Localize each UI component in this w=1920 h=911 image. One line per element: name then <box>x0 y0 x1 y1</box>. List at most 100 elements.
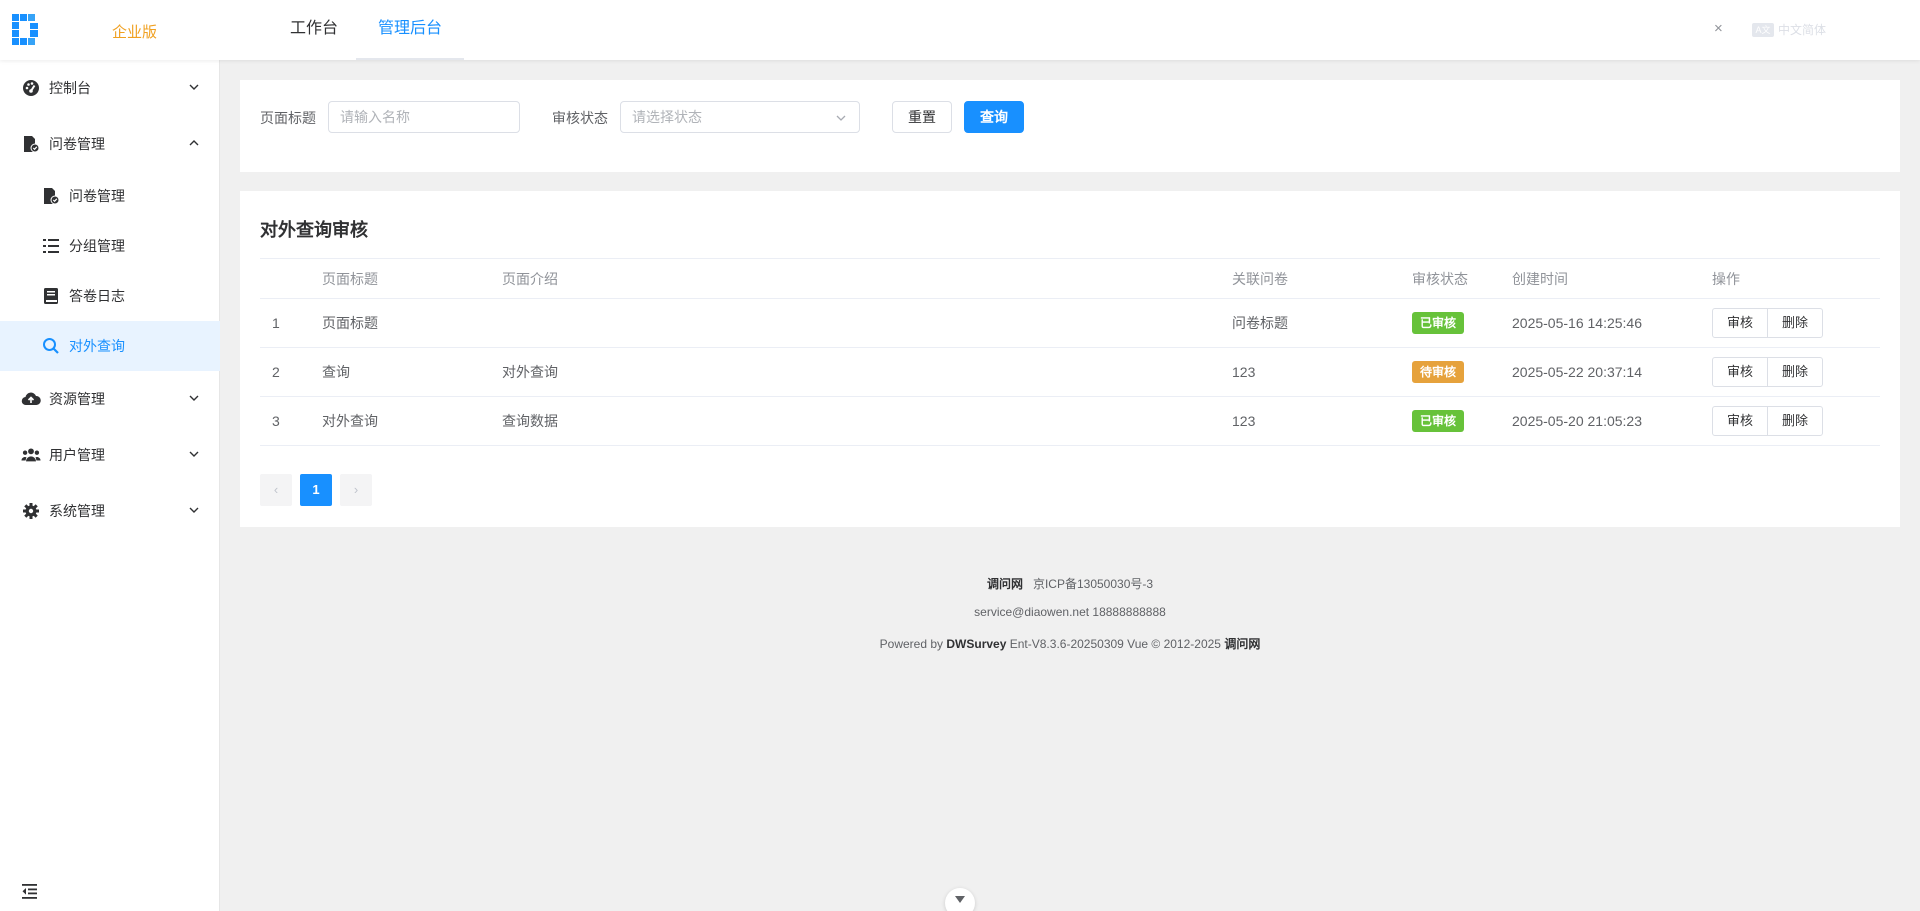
table-row: 3 对外查询 查询数据 123 已审核 2025-05-20 21:05:23 … <box>260 397 1880 446</box>
footer-icp-number[interactable]: 京ICP备13050030号-3 <box>1033 577 1153 591</box>
column-header-survey: 关联问卷 <box>1232 270 1288 287</box>
sidebar-item-resources[interactable]: 资源管理 <box>0 374 220 424</box>
sidebar-item-label: 问卷管理 <box>69 188 125 204</box>
chevron-down-icon <box>189 507 199 513</box>
sidebar-item-survey[interactable]: 问卷管理 <box>0 119 220 169</box>
status-filter-label: 审核状态 <box>552 110 608 126</box>
sidebar-item-label: 用户管理 <box>49 447 105 463</box>
review-button[interactable]: 审核 <box>1712 357 1769 387</box>
next-page-button[interactable]: › <box>340 474 372 506</box>
status-badge: 已审核 <box>1412 410 1465 432</box>
search-icon <box>41 336 61 356</box>
dashboard-icon <box>21 78 41 98</box>
delete-button[interactable]: 删除 <box>1767 406 1824 436</box>
delete-button[interactable]: 删除 <box>1767 357 1824 387</box>
column-header-status: 审核状态 <box>1412 270 1468 287</box>
footer-site-name: 调问网 <box>986 577 1023 591</box>
footer-contact: service@diaowen.net 18888888888 <box>974 605 1166 619</box>
query-button[interactable]: 查询 <box>964 101 1024 133</box>
close-icon[interactable]: × <box>1714 20 1723 37</box>
gear-icon <box>21 501 41 521</box>
row-index: 3 <box>272 413 280 429</box>
nav-workbench[interactable]: 工作台 <box>268 0 360 60</box>
sidebar-item-users[interactable]: 用户管理 <box>0 430 220 480</box>
table-row: 1 页面标题 问卷标题 已审核 2025-05-16 14:25:46 审核 删… <box>260 299 1880 348</box>
language-switcher[interactable]: A文 中文简体 <box>1752 21 1826 38</box>
triangle-down-icon <box>955 896 965 903</box>
pagination: ‹ 1 › <box>260 474 372 506</box>
footer-version: Ent-V8.3.6-20250309 Vue © 2012-2025 <box>1009 637 1221 651</box>
sidebar-item-system[interactable]: 系统管理 <box>0 486 220 536</box>
search-form: 页面标题 审核状态 请选择状态 重置 查询 <box>240 80 1900 172</box>
page-number-button[interactable]: 1 <box>300 474 332 506</box>
survey-check-icon <box>41 186 61 206</box>
sidebar-item-survey-manage[interactable]: 问卷管理 <box>0 171 220 221</box>
row-survey: 问卷标题 <box>1232 315 1288 331</box>
chevron-up-icon <box>189 140 199 146</box>
status-badge: 待审核 <box>1412 361 1465 383</box>
column-header-actions: 操作 <box>1712 270 1740 287</box>
review-table: 页面标题 页面介绍 关联问卷 审核状态 创建时间 操作 1 页面标题 问卷标题 … <box>260 258 1880 446</box>
footer-product-link[interactable]: DWSurvey <box>946 637 1006 651</box>
title-filter-label: 页面标题 <box>260 110 316 126</box>
sidebar-item-label: 对外查询 <box>69 338 125 354</box>
sidebar-item-label: 控制台 <box>49 80 91 96</box>
row-title: 页面标题 <box>322 315 378 331</box>
review-table-card: 对外查询审核 页面标题 页面介绍 关联问卷 审核状态 创建时间 操作 1 页面标… <box>240 191 1900 527</box>
row-intro: 查询数据 <box>502 413 558 429</box>
status-select[interactable]: 请选择状态 <box>620 101 860 133</box>
sidebar-item-answer-log[interactable]: 答卷日志 <box>0 271 220 321</box>
sidebar-item-external-query[interactable]: 对外查询 <box>0 321 220 371</box>
survey-icon <box>21 134 41 154</box>
title-search-input[interactable] <box>328 101 520 133</box>
chevron-down-icon <box>189 451 199 457</box>
footer-powered: Powered by DWSurvey Ent-V8.3.6-20250309 … <box>240 635 1900 652</box>
column-header-title: 页面标题 <box>322 270 378 287</box>
top-header: 企业版 工作台 管理后台 × A文 中文简体 <box>0 0 1920 60</box>
status-select-placeholder: 请选择状态 <box>632 109 702 125</box>
nav-admin[interactable]: 管理后台 <box>356 0 465 60</box>
status-badge: 已审核 <box>1412 312 1465 334</box>
sidebar: 控制台 问卷管理 问卷管理 分组管理 答卷日志 对外查询 资源管理 用户管理 系… <box>0 60 220 911</box>
scroll-down-button[interactable] <box>945 888 975 911</box>
sidebar-item-label: 分组管理 <box>69 238 125 254</box>
footer-powered-prefix: Powered by <box>879 637 944 651</box>
chevron-down-icon <box>189 395 199 401</box>
chevron-down-icon <box>189 84 199 90</box>
page-title: 对外查询审核 <box>260 220 368 240</box>
edition-label: 企业版 <box>112 24 158 41</box>
language-label: 中文简体 <box>1778 23 1827 37</box>
review-button[interactable]: 审核 <box>1712 406 1769 436</box>
chevron-down-icon <box>836 115 846 121</box>
row-created: 2025-05-22 20:37:14 <box>1512 364 1642 380</box>
footer-icp: 调问网 京ICP备13050030号-3 <box>240 575 1900 592</box>
translate-icon: A文 <box>1752 22 1774 37</box>
collapse-menu-icon[interactable] <box>20 881 40 901</box>
table-header-row: 页面标题 页面介绍 关联问卷 审核状态 创建时间 操作 <box>260 259 1880 299</box>
column-header-created: 创建时间 <box>1512 270 1568 287</box>
cloud-upload-icon <box>21 389 41 409</box>
sidebar-item-dashboard[interactable]: 控制台 <box>0 63 220 113</box>
sidebar-item-label: 系统管理 <box>49 503 105 519</box>
row-intro: 对外查询 <box>502 364 558 380</box>
table-row: 2 查询 对外查询 123 待审核 2025-05-22 20:37:14 审核… <box>260 348 1880 397</box>
row-survey: 123 <box>1232 364 1256 380</box>
sidebar-item-label: 答卷日志 <box>69 288 125 304</box>
book-icon <box>41 286 61 306</box>
row-title: 对外查询 <box>322 413 378 429</box>
row-created: 2025-05-20 21:05:23 <box>1512 413 1642 429</box>
sidebar-item-groups[interactable]: 分组管理 <box>0 221 220 271</box>
row-survey: 123 <box>1232 413 1256 429</box>
delete-button[interactable]: 删除 <box>1767 308 1824 338</box>
row-index: 2 <box>272 364 280 380</box>
footer-owner-link[interactable]: 调问网 <box>1224 637 1260 651</box>
list-icon <box>41 236 61 256</box>
column-header-intro: 页面介绍 <box>502 270 558 287</box>
prev-page-button[interactable]: ‹ <box>260 474 292 506</box>
users-icon <box>21 445 41 465</box>
sidebar-item-label: 问卷管理 <box>49 136 105 152</box>
review-button[interactable]: 审核 <box>1712 308 1769 338</box>
app-logo[interactable] <box>12 14 40 46</box>
reset-button[interactable]: 重置 <box>892 101 952 133</box>
row-index: 1 <box>272 315 280 331</box>
